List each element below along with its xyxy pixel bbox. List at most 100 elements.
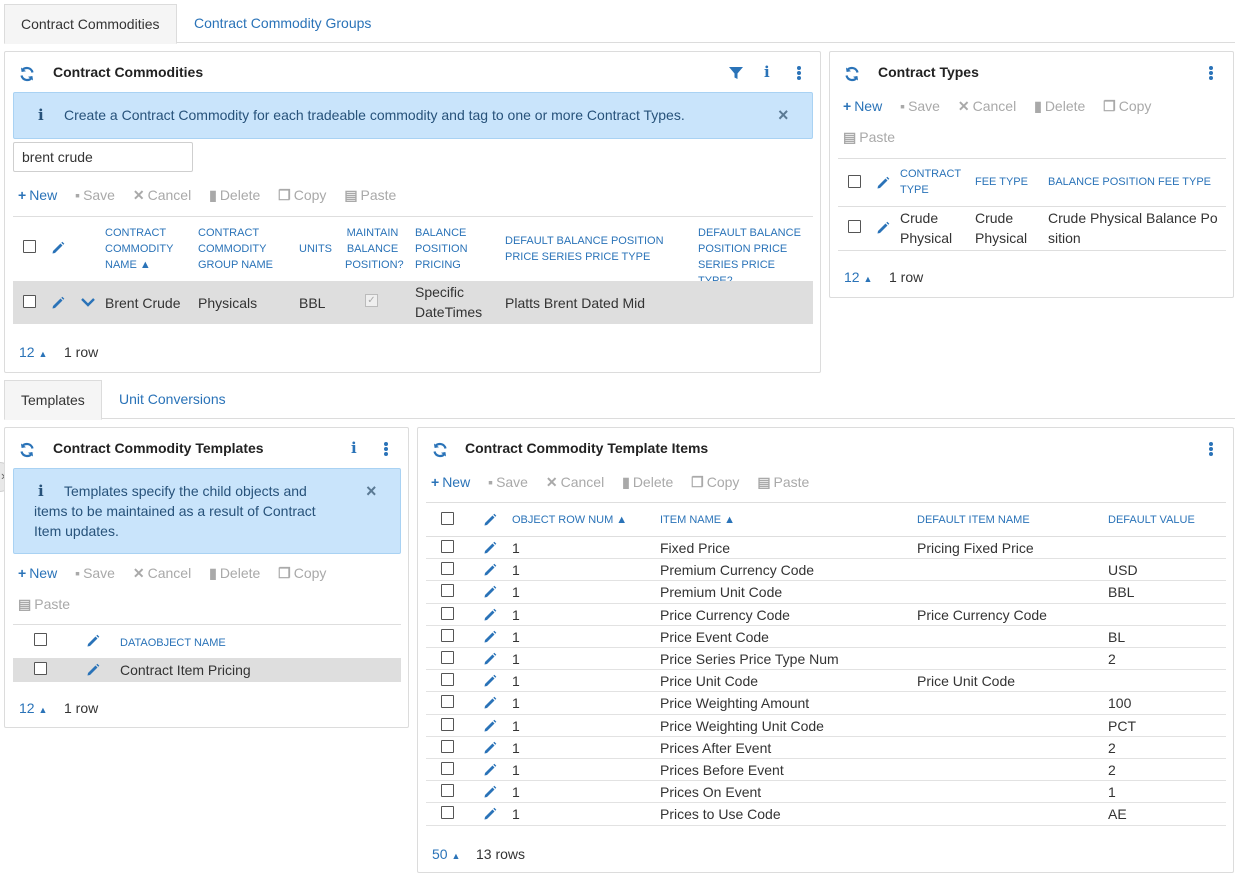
pencil-icon[interactable]	[876, 221, 890, 235]
column-header-fee[interactable]: FEE TYPE	[975, 174, 1028, 190]
refresh-icon[interactable]	[844, 66, 860, 82]
column-header-type[interactable]: CONTRACT TYPE	[900, 166, 962, 198]
column-header-dataobject[interactable]: DATAOBJECT NAME	[120, 635, 226, 651]
new-button[interactable]: + New	[431, 474, 470, 490]
kebab-menu-icon[interactable]	[1209, 66, 1213, 80]
new-button[interactable]: + New	[18, 565, 57, 581]
row-checkbox[interactable]	[441, 584, 454, 598]
row-checkbox[interactable]	[441, 739, 454, 753]
row-checkbox[interactable]	[441, 784, 454, 798]
page-size-select[interactable]: 12 ▲	[19, 700, 47, 716]
new-button[interactable]: + New	[18, 187, 57, 203]
cancel-button[interactable]: ✕ Cancel	[133, 565, 191, 582]
cancel-button[interactable]: ✕ Cancel	[546, 474, 604, 491]
delete-button[interactable]: ▮ Delete	[209, 187, 260, 204]
pencil-icon[interactable]	[483, 719, 497, 733]
refresh-icon[interactable]	[19, 442, 35, 458]
select-all-checkbox[interactable]	[23, 240, 36, 253]
delete-button[interactable]: ▮ Delete	[1034, 98, 1085, 115]
pencil-icon[interactable]	[483, 563, 497, 577]
tab-contract-commodity-groups[interactable]: Contract Commodity Groups	[178, 4, 387, 43]
refresh-icon[interactable]	[432, 442, 448, 458]
row-checkbox[interactable]	[441, 806, 454, 820]
row-checkbox[interactable]	[441, 717, 454, 731]
table-row[interactable]: 1 Price Weighting Unit Code PCT	[426, 715, 1226, 737]
pencil-icon[interactable]	[86, 663, 100, 677]
column-header-pricing[interactable]: BALANCE POSITION PRICING	[415, 225, 485, 273]
row-checkbox[interactable]	[441, 651, 454, 664]
delete-button[interactable]: ▮ Delete	[209, 565, 260, 582]
table-row[interactable]: 1 Price Currency Code Price Currency Code	[426, 604, 1226, 626]
info-icon[interactable]: i	[764, 63, 770, 81]
delete-button[interactable]: ▮ Delete	[622, 474, 673, 491]
save-button[interactable]: ▪ Save	[900, 98, 940, 114]
page-size-select[interactable]: 50 ▲	[432, 846, 460, 862]
kebab-menu-icon[interactable]	[384, 442, 388, 456]
kebab-menu-icon[interactable]	[797, 66, 801, 80]
tab-contract-commodities[interactable]: Contract Commodities	[4, 4, 177, 44]
row-checkbox[interactable]	[441, 695, 454, 709]
table-row[interactable]: 1 Price Unit Code Price Unit Code	[426, 670, 1226, 693]
row-checkbox[interactable]	[441, 562, 454, 576]
new-button[interactable]: + New	[843, 98, 882, 114]
row-checkbox[interactable]	[441, 673, 454, 687]
table-row[interactable]: 1 Price Weighting Amount 100	[426, 692, 1226, 715]
pencil-icon[interactable]	[483, 652, 497, 666]
pencil-icon[interactable]	[483, 763, 497, 777]
pencil-icon[interactable]	[483, 585, 497, 599]
row-checkbox[interactable]	[441, 606, 454, 620]
table-row[interactable]: 1 Prices On Event 1	[426, 781, 1226, 804]
pencil-icon[interactable]	[51, 296, 65, 310]
cancel-button[interactable]: ✕ Cancel	[958, 98, 1016, 115]
column-header-default-item[interactable]: DEFAULT ITEM NAME	[917, 512, 1030, 528]
paste-button[interactable]: ▤ Paste	[18, 596, 70, 613]
maintain-balance-checkbox[interactable]: ✓	[365, 294, 378, 307]
save-button[interactable]: ▪ Save	[75, 565, 115, 581]
table-row[interactable]: 1 Fixed Price Pricing Fixed Price	[426, 537, 1226, 560]
pencil-icon[interactable]	[483, 741, 497, 755]
page-size-select[interactable]: 12 ▲	[844, 269, 872, 285]
column-header-bal[interactable]: BALANCE POSITION FEE TYPE	[1048, 174, 1211, 190]
copy-button[interactable]: ❐ Copy	[278, 187, 326, 204]
row-checkbox[interactable]	[441, 628, 454, 642]
table-row[interactable]: 1 Prices to Use Code AE	[426, 803, 1226, 826]
table-row[interactable]: 1 Premium Currency Code USD	[426, 559, 1226, 582]
column-header-series2[interactable]: DEFAULT BALANCE POSITION PRICE SERIES PR…	[698, 225, 810, 289]
copy-button[interactable]: ❐ Copy	[278, 565, 326, 582]
chevron-down-icon[interactable]	[80, 294, 96, 310]
copy-button[interactable]: ❐ Copy	[1103, 98, 1151, 115]
column-header-row-num[interactable]: OBJECT ROW NUM ▲	[512, 512, 627, 528]
paste-button[interactable]: ▤ Paste	[843, 129, 895, 146]
pencil-icon[interactable]	[483, 541, 497, 555]
close-icon[interactable]: ×	[366, 481, 377, 502]
tab-templates[interactable]: Templates	[4, 380, 102, 420]
pencil-icon[interactable]	[483, 696, 497, 710]
paste-button[interactable]: ▤ Paste	[344, 187, 396, 204]
tab-unit-conversions[interactable]: Unit Conversions	[103, 380, 242, 419]
kebab-menu-icon[interactable]	[1209, 442, 1213, 456]
close-icon[interactable]: ×	[778, 105, 789, 126]
select-all-checkbox[interactable]	[848, 175, 861, 188]
table-row[interactable]: 1 Price Event Code BL	[426, 626, 1226, 648]
save-button[interactable]: ▪ Save	[488, 474, 528, 490]
table-row[interactable]: 1 Prices Before Event 2	[426, 759, 1226, 782]
filter-icon[interactable]	[728, 65, 744, 81]
column-header-maintain[interactable]: MAINTAIN BALANCE POSITION?	[345, 225, 404, 273]
pencil-icon[interactable]	[483, 807, 497, 821]
table-row[interactable]: 1 Price Series Price Type Num 2	[426, 648, 1226, 671]
column-header-units[interactable]: UNITS	[299, 241, 332, 257]
column-header-name[interactable]: CONTRACT COMMODITY NAME ▲	[105, 225, 183, 273]
refresh-icon[interactable]	[19, 66, 35, 82]
pencil-icon[interactable]	[483, 630, 497, 644]
column-header-default-value[interactable]: DEFAULT VALUE	[1108, 512, 1195, 528]
row-checkbox[interactable]	[34, 662, 47, 675]
pencil-icon[interactable]	[483, 785, 497, 799]
select-all-checkbox[interactable]	[441, 512, 454, 525]
info-icon[interactable]: i	[351, 439, 357, 457]
column-header-group[interactable]: CONTRACT COMMODITY GROUP NAME	[198, 225, 280, 273]
column-header-item-name[interactable]: ITEM NAME ▲	[660, 512, 735, 528]
row-checkbox[interactable]	[23, 295, 36, 308]
row-checkbox[interactable]	[441, 540, 454, 553]
select-all-checkbox[interactable]	[34, 633, 47, 646]
pencil-icon[interactable]	[483, 674, 497, 688]
